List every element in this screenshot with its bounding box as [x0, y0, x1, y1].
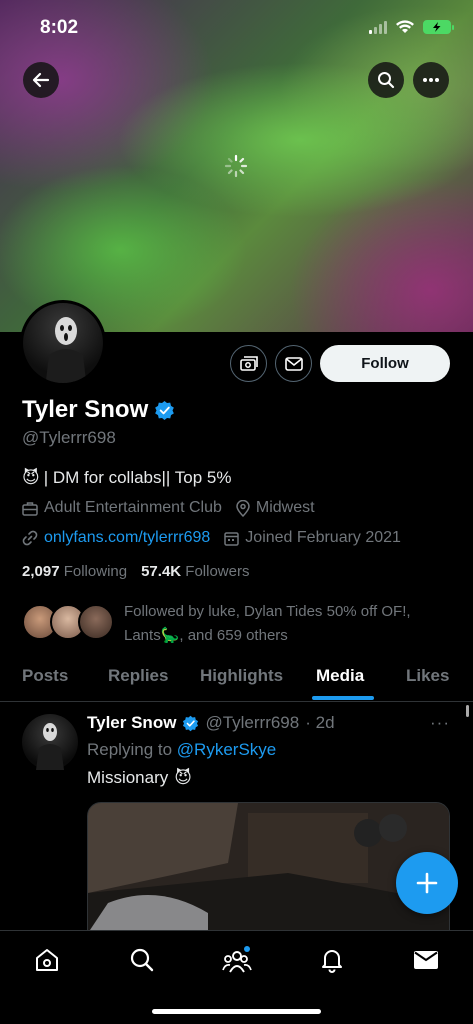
bell-icon: [322, 950, 342, 973]
followers-count: 57.4K: [141, 563, 182, 580]
tab-media[interactable]: Media: [316, 666, 364, 686]
envelope-icon: [414, 951, 438, 969]
followers-label: Followers: [185, 563, 250, 580]
subscriptions-button[interactable]: [230, 345, 267, 382]
cellular-signal-icon: [369, 20, 387, 34]
money-icon: [239, 355, 258, 371]
replying-to: Replying to @RykerSkye: [87, 740, 276, 760]
follower-avatar: [78, 604, 114, 640]
nav-search[interactable]: [127, 945, 157, 975]
post-author-avatar[interactable]: [22, 714, 78, 770]
following-link[interactable]: 2,097 Following: [22, 563, 127, 580]
post-more-button[interactable]: ···: [430, 713, 450, 733]
tab-likes[interactable]: Likes: [406, 666, 449, 686]
followed-by-text: Followed by luke, Dylan Tides 50% off OF…: [124, 603, 411, 644]
profile-bio: 😈 | DM for collabs|| Top 5%: [22, 468, 231, 488]
home-icon: [36, 949, 58, 971]
profile-tabs: Posts Replies Highlights Media Likes: [0, 656, 473, 702]
profile-location: Midwest: [255, 499, 315, 516]
communities-icon: [222, 946, 252, 973]
profile-category: Adult Entertainment Club: [44, 499, 222, 516]
calendar-icon: [224, 531, 240, 546]
search-icon: [130, 948, 154, 972]
more-button[interactable]: [413, 62, 449, 98]
verified-badge-icon[interactable]: [154, 400, 175, 421]
replying-prefix: Replying to: [87, 740, 173, 759]
profile-handle: @Tylerrr698: [22, 428, 116, 447]
replying-to-link[interactable]: @RykerSkye: [177, 740, 276, 759]
post-text-body: Missionary: [87, 768, 169, 787]
profile-joined-date: Joined February 2021: [245, 529, 401, 546]
bio-emoji: 😈: [22, 468, 40, 487]
post-text: Missionary 😈: [87, 768, 192, 788]
arrow-left-icon: [32, 72, 50, 88]
followed-by-section[interactable]: Followed by luke, Dylan Tides 50% off OF…: [22, 600, 452, 650]
link-icon: [22, 530, 38, 546]
status-icons: [369, 20, 454, 34]
tab-posts[interactable]: Posts: [22, 666, 68, 686]
status-bar: 8:02: [0, 0, 473, 56]
following-count: 2,097: [22, 563, 60, 580]
nav-home[interactable]: [32, 945, 62, 975]
post-author-handle: @Tylerrr698: [205, 713, 300, 732]
envelope-icon: [284, 356, 303, 371]
compose-button[interactable]: [396, 852, 458, 914]
verified-badge-icon: [183, 715, 199, 731]
briefcase-icon: [22, 501, 38, 516]
profile-meta-row-1: Adult Entertainment Club Midwest: [22, 499, 315, 517]
tab-replies[interactable]: Replies: [108, 666, 168, 686]
profile-meta-row-2: onlyfans.com/tylerrr698 Joined February …: [22, 529, 401, 547]
status-time: 8:02: [40, 17, 79, 38]
followers-link[interactable]: 57.4K Followers: [141, 563, 249, 580]
nav-communities[interactable]: [222, 945, 252, 975]
follow-button[interactable]: Follow: [320, 345, 450, 382]
post-emoji: 😈: [174, 768, 192, 787]
battery-icon: [423, 20, 454, 34]
message-button[interactable]: [275, 345, 312, 382]
post-time: · 2d: [305, 713, 335, 732]
profile-website-link[interactable]: onlyfans.com/tylerrr698: [44, 529, 210, 547]
post-author-name[interactable]: Tyler Snow: [87, 713, 176, 733]
post-media[interactable]: [87, 802, 450, 932]
nav-notifications[interactable]: [317, 945, 347, 975]
profile-avatar[interactable]: [20, 300, 106, 386]
plus-icon: [416, 872, 438, 894]
bio-text: | DM for collabs|| Top 5%: [43, 468, 232, 487]
home-indicator[interactable]: [152, 1009, 321, 1014]
search-icon: [378, 72, 395, 89]
back-button[interactable]: [23, 62, 59, 98]
profile-name-row: Tyler Snow: [22, 396, 175, 424]
profile-name: Tyler Snow: [22, 396, 149, 423]
spinner-icon: [224, 154, 248, 178]
following-label: Following: [63, 563, 128, 580]
wifi-icon: [396, 20, 414, 33]
scrollbar[interactable]: [466, 705, 469, 717]
active-tab-indicator: [312, 696, 374, 700]
post-header: Tyler Snow @Tylerrr698 · 2d: [87, 713, 335, 733]
search-button[interactable]: [368, 62, 404, 98]
more-horizontal-icon: [423, 78, 439, 82]
tab-highlights[interactable]: Highlights: [200, 666, 283, 686]
nav-messages[interactable]: [411, 945, 441, 975]
location-pin-icon: [236, 499, 250, 517]
follow-counts: 2,097 Following 57.4K Followers: [22, 563, 249, 580]
